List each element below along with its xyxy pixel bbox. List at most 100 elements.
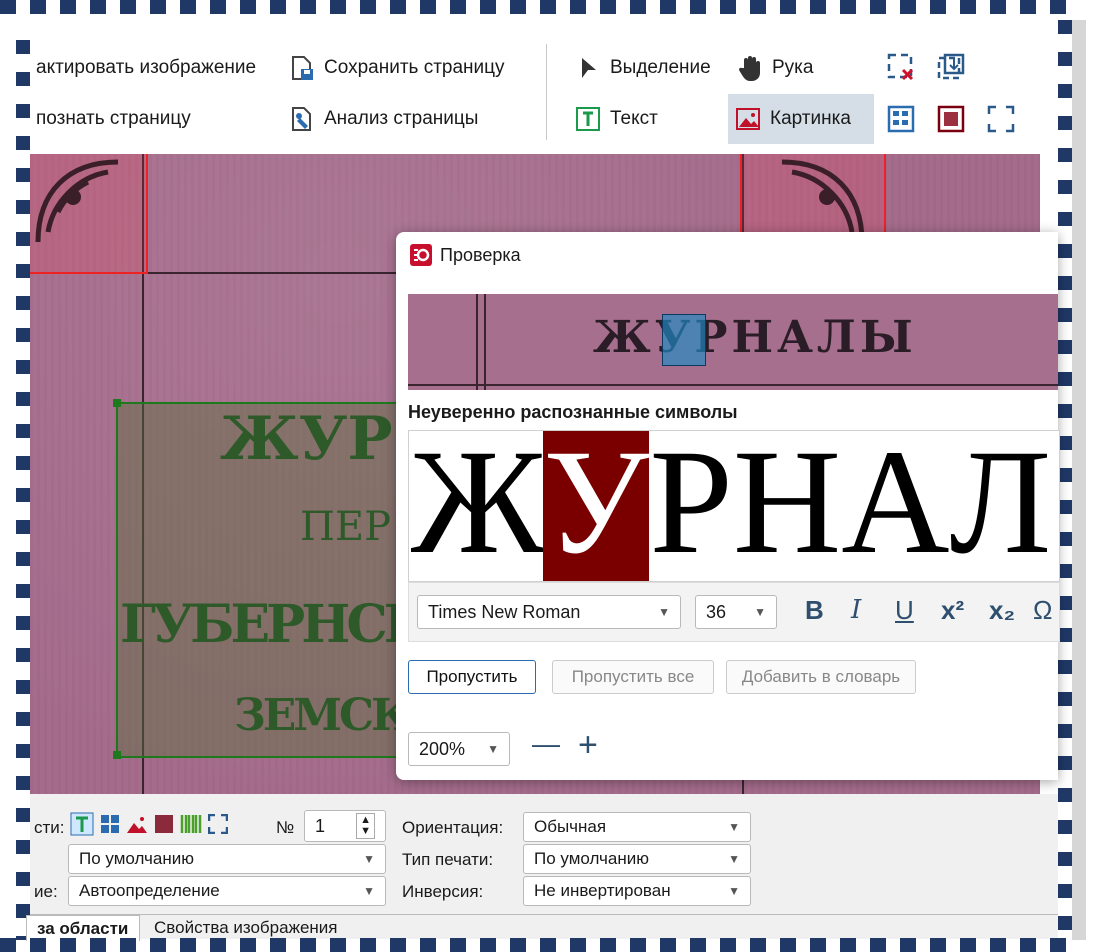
- frame-bottom-dashes: [0, 938, 1070, 952]
- resize-handle[interactable]: [113, 399, 121, 407]
- source-preview: ЖУРНАЛЫ: [408, 294, 1058, 390]
- detection-select[interactable]: Автоопределение ▼: [68, 876, 386, 906]
- zoom-value: 200%: [419, 738, 466, 759]
- bold-button[interactable]: B: [805, 595, 824, 626]
- font-size-value: 36: [706, 601, 727, 622]
- verification-dialog: Проверка ЖУРНАЛЫ Неуверенно распознанные…: [396, 232, 1060, 780]
- chevron-down-icon: ▼: [754, 605, 766, 619]
- number-label: №: [276, 818, 295, 837]
- language-value: По умолчанию: [79, 849, 194, 868]
- chevron-down-icon: ▼: [728, 820, 740, 834]
- number-spinner[interactable]: 1 ▲ ▼: [304, 810, 386, 842]
- text-label: Текст: [610, 108, 658, 129]
- font-family-select[interactable]: Times New Roman ▼: [417, 595, 681, 629]
- picture-area-icon: [736, 108, 760, 130]
- inversion-select[interactable]: Не инвертирован ▼: [523, 876, 751, 906]
- edit-image-button[interactable]: актировать изображение: [30, 50, 262, 86]
- toolbar: актировать изображение познать страницу …: [30, 30, 1058, 154]
- background-area-icon[interactable]: [936, 104, 966, 134]
- frame-right-dashes: [1058, 20, 1072, 940]
- chevron-down-icon: ▼: [363, 852, 375, 866]
- selection-label: Выделение: [610, 57, 711, 78]
- dialog-title: Проверка: [440, 244, 521, 265]
- preview-word: ЖУРНАЛЫ: [593, 312, 917, 363]
- special-symbol-button[interactable]: Ω: [1033, 595, 1052, 626]
- number-value: 1: [315, 815, 326, 836]
- uncertain-chars-label: Неуверенно распознанные символы: [408, 402, 738, 422]
- analyze-page-label: Анализ страницы: [324, 108, 479, 129]
- orientation-value: Обычная: [534, 817, 607, 836]
- delete-area-icon[interactable]: [886, 52, 916, 82]
- chevron-down-icon: ▼: [363, 884, 375, 898]
- save-page-icon: [292, 56, 313, 80]
- ornament-icon: [35, 159, 119, 243]
- dialog-title-bar: Проверка: [410, 244, 521, 266]
- orientation-select[interactable]: Обычная ▼: [523, 812, 751, 842]
- orientation-label: Ориентация:: [402, 818, 504, 837]
- window-shadow: [1072, 20, 1086, 940]
- chevron-down-icon: ▼: [728, 852, 740, 866]
- print-type-select[interactable]: По умолчанию ▼: [523, 844, 751, 874]
- underline-button[interactable]: U: [895, 595, 914, 626]
- picture-type-icon[interactable]: [126, 814, 148, 834]
- text-area-type-icon[interactable]: [70, 812, 94, 836]
- italic-button[interactable]: I: [851, 595, 861, 625]
- spinner-arrows-icon[interactable]: ▲ ▼: [356, 813, 375, 839]
- skip-button[interactable]: Пропустить: [408, 660, 536, 694]
- font-family-value: Times New Roman: [428, 601, 581, 622]
- cursor-icon: [582, 58, 596, 78]
- inversion-value: Не инвертирован: [534, 881, 671, 900]
- zoom-in-button[interactable]: +: [578, 726, 598, 765]
- text-tool-button[interactable]: Текст: [568, 101, 664, 137]
- skip-all-button[interactable]: Пропустить все: [552, 660, 714, 694]
- table-type-icon[interactable]: [100, 814, 120, 834]
- recognize-page-label: познать страницу: [36, 108, 191, 129]
- recognized-text: ЖУРНАЛ: [411, 431, 1051, 581]
- hand-icon: [738, 56, 760, 81]
- picture-area-left[interactable]: [30, 154, 148, 274]
- superscript-button[interactable]: x²: [941, 595, 964, 626]
- text-area-icon: [576, 107, 600, 131]
- properties-tabs: за области Свойства изображения: [26, 914, 1058, 941]
- edit-image-label: актировать изображение: [36, 57, 257, 78]
- empty-type-icon[interactable]: [208, 814, 228, 834]
- scan-border-line: [484, 294, 486, 390]
- recognize-page-button[interactable]: познать страницу: [30, 101, 197, 137]
- font-size-select[interactable]: 36 ▼: [695, 595, 777, 629]
- scan-line-1: ЖУР: [220, 404, 393, 474]
- import-area-icon[interactable]: [936, 52, 966, 82]
- add-to-dictionary-button[interactable]: Добавить в словарь: [726, 660, 916, 694]
- frame-top-dashes: [0, 0, 1070, 14]
- hand-tool-button[interactable]: Рука: [730, 50, 819, 86]
- background-type-icon[interactable]: [154, 814, 174, 834]
- scan-line-2: ПЕР: [300, 504, 391, 550]
- text-after: РНАЛ: [649, 430, 1052, 582]
- picture-label: Картинка: [770, 108, 851, 129]
- detection-label: ие:: [34, 882, 58, 901]
- app-logo-icon: [410, 244, 432, 266]
- selection-tool-button[interactable]: Выделение: [568, 50, 717, 86]
- frame-left-dashes: [16, 40, 30, 940]
- resize-handle[interactable]: [113, 751, 121, 759]
- language-select[interactable]: По умолчанию ▼: [68, 844, 386, 874]
- save-page-button[interactable]: Сохранить страницу: [282, 50, 511, 86]
- recognized-text-editor[interactable]: ЖУРНАЛ: [408, 430, 1060, 582]
- chevron-down-icon: ▼: [728, 884, 740, 898]
- subscript-button[interactable]: x₂: [989, 595, 1015, 626]
- empty-area-icon[interactable]: [986, 104, 1016, 134]
- analyze-page-button[interactable]: Анализ страницы: [282, 101, 484, 137]
- scan-border-line: [476, 294, 478, 390]
- barcode-type-icon[interactable]: [180, 814, 202, 834]
- scan-border-line: [408, 384, 1058, 386]
- selected-char[interactable]: У: [543, 431, 650, 581]
- zoom-out-button[interactable]: —: [532, 728, 560, 760]
- picture-tool-button[interactable]: Картинка: [728, 94, 874, 144]
- print-type-value: По умолчанию: [534, 849, 649, 868]
- text-before: Ж: [411, 430, 544, 582]
- zoom-select[interactable]: 200% ▼: [408, 732, 510, 766]
- print-type-label: Тип печати:: [402, 850, 494, 869]
- hand-label: Рука: [772, 57, 814, 78]
- table-area-icon[interactable]: [886, 104, 916, 134]
- chevron-down-icon: ▼: [487, 742, 499, 756]
- save-page-label: Сохранить страницу: [324, 57, 505, 78]
